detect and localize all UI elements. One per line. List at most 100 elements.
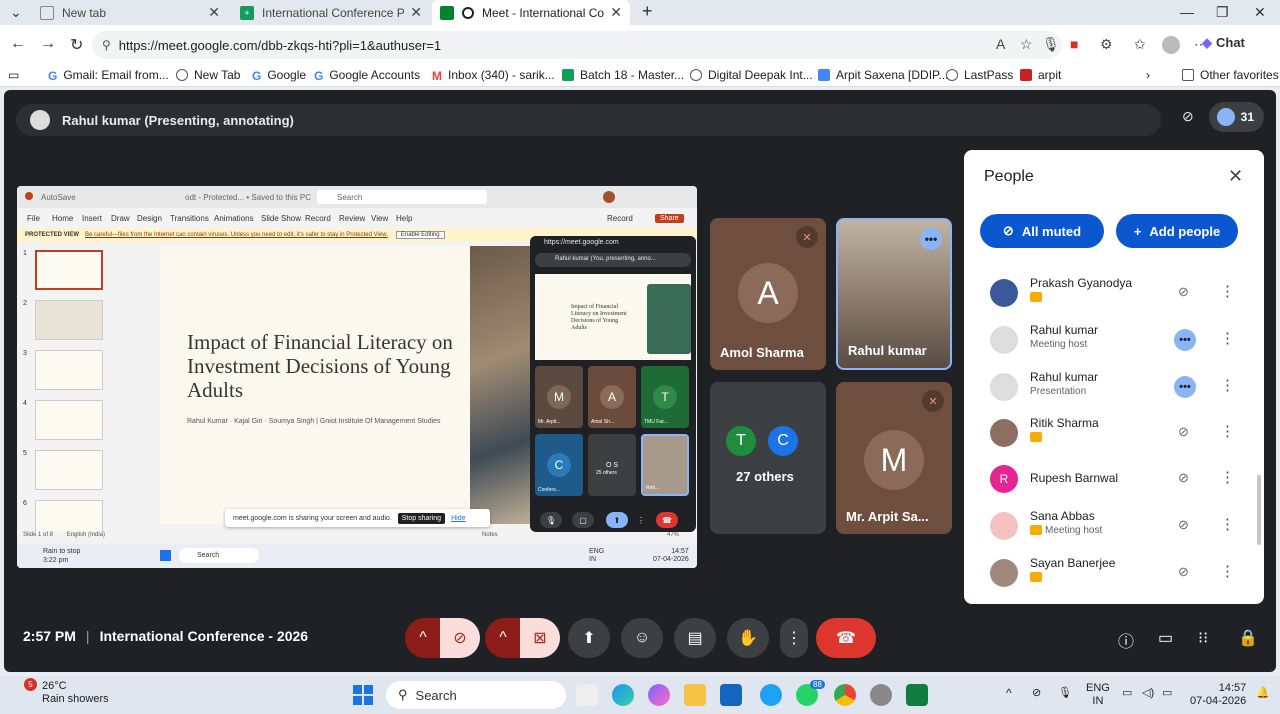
copilot-chat-button[interactable]: ◆ Chat (1202, 35, 1245, 51)
more-options-icon[interactable]: ⋮ (1220, 329, 1235, 347)
taskbar-search[interactable]: ⚲ Search (386, 681, 566, 709)
share-button[interactable]: Share (655, 214, 684, 223)
other-favorites[interactable]: Other favorites (1182, 68, 1279, 82)
site-info-icon[interactable]: ⚲ (102, 38, 111, 52)
bookmark-batch-18[interactable]: Batch 18 - Master... (562, 68, 684, 82)
chat-icon[interactable]: ▭ (1158, 628, 1173, 648)
close-icon[interactable]: ✕ (208, 4, 220, 21)
bookmark-lastpass[interactable]: LastPass (946, 68, 1013, 82)
participant-tile-active-speaker[interactable]: ••• Rahul kumar (836, 218, 952, 370)
participant-tile[interactable]: M ✕ Mr. Arpit Sa... (836, 382, 952, 534)
favorite-star-icon[interactable]: ☆ (1020, 36, 1033, 53)
ribbon-tab[interactable]: Slide Show (261, 214, 301, 223)
store-icon[interactable] (720, 684, 742, 706)
ribbon-tab[interactable]: File (27, 214, 40, 223)
video-options-button[interactable]: ^ (485, 618, 521, 658)
chevron-up-icon[interactable]: ^ (1006, 687, 1012, 700)
list-item[interactable]: Sana Abbas Meeting host ⊘ ⋮ (964, 503, 1254, 549)
profile-avatar[interactable] (1162, 36, 1180, 54)
pip-tile[interactable]: O S 25 others (588, 434, 636, 496)
list-item[interactable]: Rahul kumar Meeting host ••• ⋮ (964, 317, 1254, 363)
ribbon-tab[interactable]: Help (396, 214, 412, 223)
slide-thumbnail[interactable] (35, 450, 103, 490)
list-item[interactable]: Sayan Banerjee ⊘ ⋮ (964, 550, 1254, 596)
restore-icon[interactable]: ❐ (1216, 4, 1229, 21)
participant-tile[interactable]: A ✕ Amol Sharma (710, 218, 826, 370)
list-item[interactable]: Ritik Sharma ⊘ ⋮ (964, 410, 1254, 456)
others-tile[interactable]: T C 27 others (710, 382, 826, 534)
ribbon-tab[interactable]: Design (137, 214, 162, 223)
new-tab-icon[interactable]: + (642, 1, 653, 22)
more-options-icon[interactable]: ⋮ (1220, 376, 1235, 394)
pip-tile[interactable]: T TMU Fac... (641, 366, 689, 428)
powerpoint-search[interactable]: Search (317, 190, 487, 204)
bookmark-digital-deepak[interactable]: Digital Deepak Int... (690, 68, 813, 82)
pip-camera-icon[interactable]: ▢ (572, 512, 594, 528)
more-options-icon[interactable]: ⋮ (1220, 562, 1235, 580)
excel-icon[interactable] (906, 684, 928, 706)
enable-editing-button[interactable]: Enable Editing (395, 231, 445, 239)
meet-pip-window[interactable]: https://meet.google.com Rahul kumar (You… (530, 236, 696, 532)
reactions-button[interactable]: ☺ (621, 618, 663, 658)
pip-end-call-icon[interactable]: ☎ (656, 512, 678, 528)
bookmark-google-accounts[interactable]: G Google Accounts (314, 68, 420, 83)
back-icon[interactable]: ← (10, 35, 26, 53)
microphone-icon[interactable]: 🎙 (1058, 687, 1072, 700)
telegram-icon[interactable] (760, 684, 782, 706)
file-explorer-icon[interactable] (684, 684, 706, 706)
close-icon[interactable]: ✕ (610, 4, 622, 21)
ribbon-tab[interactable]: Review (339, 214, 365, 223)
bookmark-arpit-saxena[interactable]: Arpit Saxena [DDIP... (818, 68, 949, 82)
host-controls-icon[interactable]: 🔒 (1238, 628, 1258, 648)
extensions-icon[interactable]: ⚙ (1100, 36, 1113, 53)
add-people-button[interactable]: + Add people (1116, 214, 1238, 248)
pip-tile[interactable]: A Amol Sh... (588, 366, 636, 428)
tab-list-icon[interactable]: ⌄ (10, 4, 22, 21)
pip-tile[interactable]: M Mr. Arpit... (535, 366, 583, 428)
close-icon[interactable]: ✕ (1228, 166, 1243, 187)
more-options-button[interactable]: ⋮ (780, 618, 808, 658)
present-button[interactable]: ⬆ (568, 618, 610, 658)
hide-link[interactable]: Hide (451, 515, 465, 522)
tray-app-icon[interactable]: ⊘ (1032, 687, 1041, 700)
clock[interactable]: 14:57 07-04-2026 (1190, 682, 1246, 708)
captions-button[interactable]: ▤ (674, 618, 716, 658)
ribbon-tab[interactable]: Draw (111, 214, 130, 223)
close-icon[interactable]: ✕ (410, 4, 422, 21)
list-item[interactable]: R Rupesh Barnwal ⊘ ⋮ (964, 456, 1254, 502)
window-close-icon[interactable]: ✕ (1254, 4, 1266, 21)
raise-hand-button[interactable]: ✋ (727, 618, 769, 658)
leave-call-button[interactable]: ☎ (816, 618, 876, 658)
tab-conference-paper[interactable]: + International Conference Paper Pr ✕ (232, 0, 430, 25)
ribbon-tab[interactable]: Animations (214, 214, 254, 223)
language-indicator[interactable]: ENG IN (1086, 682, 1110, 708)
ribbon-tab[interactable]: Home (52, 214, 73, 223)
weather-widget[interactable]: 5 26°C Rain showers (12, 678, 109, 706)
windows-start-icon[interactable] (353, 685, 373, 705)
participant-count[interactable]: 31 (1209, 102, 1264, 132)
more-options-icon[interactable]: ⋮ (1220, 282, 1235, 300)
volume-icon[interactable]: ◁) (1142, 687, 1154, 700)
camera-off-icon[interactable]: ⊘ (1182, 108, 1194, 125)
reload-icon[interactable]: ↻ (70, 35, 83, 55)
tab-meet[interactable]: Meet - International Conferen ✕ (432, 0, 630, 25)
read-aloud-icon[interactable]: A (996, 36, 1005, 52)
chrome-icon[interactable] (834, 684, 856, 706)
bookmark-gmail[interactable]: G Gmail: Email from... (48, 68, 169, 83)
bookmark-inbox[interactable]: M Inbox (340) - sarik... (432, 68, 555, 83)
list-item[interactable]: Prakash Gyanodya ⊘ ⋮ (964, 270, 1254, 316)
slide-canvas[interactable]: Impact of Financial Literacy on Investme… (160, 246, 550, 524)
people-scrollbar[interactable] (1257, 475, 1261, 545)
ribbon-tab[interactable]: Transitions (170, 214, 209, 223)
pip-more-icon[interactable]: ⋮ (634, 512, 648, 528)
minimize-icon[interactable]: — (1180, 4, 1194, 20)
ribbon-tab[interactable]: View (371, 214, 388, 223)
pip-present-icon[interactable]: ⬆ (606, 512, 628, 528)
settings-icon[interactable] (870, 684, 892, 706)
favorites-icon[interactable]: ✩ (1134, 36, 1146, 53)
edge-icon[interactable] (612, 684, 634, 706)
more-options-icon[interactable]: ⋮ (1220, 468, 1235, 486)
bookmark-google[interactable]: G Google (252, 68, 306, 83)
bookmark-arpit[interactable]: arpit (1020, 68, 1061, 82)
tab-new-tab[interactable]: New tab ✕ (32, 0, 228, 25)
